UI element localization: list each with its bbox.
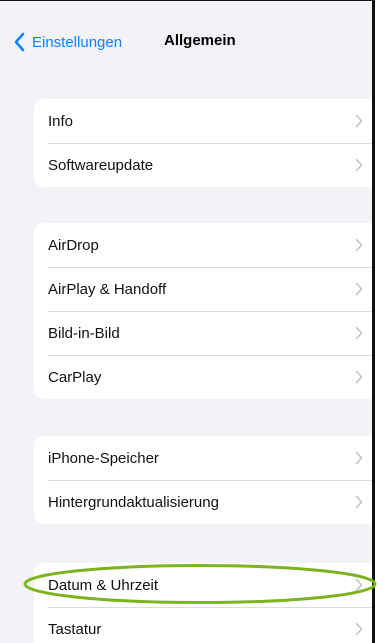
back-button[interactable]: Einstellungen (12, 31, 122, 53)
row-label: Bild-in-Bild (48, 324, 120, 342)
settings-row-tastatur[interactable]: Tastatur (34, 607, 372, 643)
row-label: Info (48, 112, 74, 130)
chevron-right-icon (355, 114, 363, 128)
chevron-right-icon (355, 495, 363, 509)
settings-group-about: Info Softwareupdate (34, 99, 372, 187)
settings-group-storage: iPhone-Speicher Hintergrundaktualisierun… (34, 436, 372, 524)
chevron-right-icon (355, 622, 363, 636)
page-title: Allgemein (164, 32, 236, 49)
row-label: CarPlay (48, 368, 102, 386)
settings-row-softwareupdate[interactable]: Softwareupdate (34, 143, 372, 187)
navigation-bar: Einstellungen Allgemein (0, 1, 372, 85)
chevron-right-icon (355, 282, 363, 296)
settings-group-datetime-keyboard: Datum & Uhrzeit Tastatur (34, 563, 372, 643)
chevron-right-icon (355, 578, 363, 592)
settings-row-airplay-handoff[interactable]: AirPlay & Handoff (34, 267, 372, 311)
row-label: AirPlay & Handoff (48, 280, 167, 298)
row-label: AirDrop (48, 236, 99, 254)
settings-group-connectivity: AirDrop AirPlay & Handoff Bild-in-Bild C… (34, 223, 372, 399)
row-label: Hintergrundaktualisierung (48, 493, 219, 511)
chevron-right-icon (355, 238, 363, 252)
settings-row-datum-uhrzeit[interactable]: Datum & Uhrzeit (34, 563, 372, 607)
chevron-right-icon (355, 370, 363, 384)
settings-row-info[interactable]: Info (34, 99, 372, 143)
row-label: Datum & Uhrzeit (48, 576, 159, 594)
settings-row-carplay[interactable]: CarPlay (34, 355, 372, 399)
settings-row-iphone-speicher[interactable]: iPhone-Speicher (34, 436, 372, 480)
settings-screen: Einstellungen Allgemein Info Softwareupd… (0, 0, 375, 643)
row-label: Softwareupdate (48, 156, 154, 174)
chevron-right-icon (355, 326, 363, 340)
row-label: iPhone-Speicher (48, 449, 159, 467)
back-button-label: Einstellungen (32, 33, 123, 51)
chevron-right-icon (355, 451, 363, 465)
chevron-right-icon (355, 158, 363, 172)
row-label: Tastatur (48, 620, 102, 638)
settings-row-airdrop[interactable]: AirDrop (34, 223, 372, 267)
chevron-left-icon (14, 32, 25, 52)
settings-row-hintergrundaktualisierung[interactable]: Hintergrundaktualisierung (34, 480, 372, 524)
settings-row-bild-in-bild[interactable]: Bild-in-Bild (34, 311, 372, 355)
